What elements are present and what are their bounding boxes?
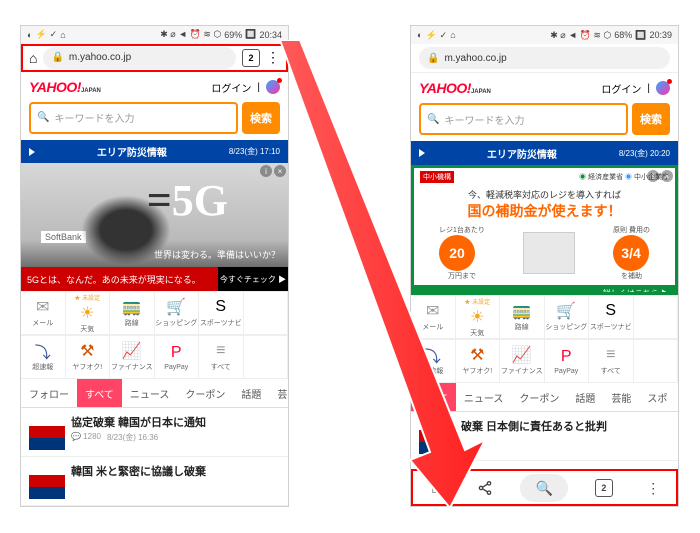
disaster-bar[interactable]: エリア防災情報 8/23(金) 17:10 [21, 140, 288, 164]
address-bar[interactable]: ⌂ 🔒 m.yahoo.co.jp 2 ⋮ [21, 44, 288, 73]
service-PayPay[interactable]: PPayPay [545, 340, 590, 383]
lock-icon: 🔒 [51, 52, 63, 63]
play-icon [29, 148, 35, 156]
menu-icon[interactable]: ⋮ [639, 474, 667, 502]
search-input[interactable]: 🔍 キーワードを入力 [419, 103, 628, 135]
disaster-bar[interactable]: エリア防災情報 8/23(金) 20:20 [411, 141, 678, 165]
url-text: m.yahoo.co.jp [444, 53, 506, 64]
service-ショッピング[interactable]: 🛒ショッピング [545, 296, 590, 339]
login-link[interactable]: ログイン [601, 81, 641, 96]
play-icon [419, 149, 425, 157]
search-icon: 🔍 [37, 112, 49, 123]
service-ショッピング[interactable]: 🛒ショッピング [155, 292, 200, 335]
service-ファイナンス[interactable]: 📈ファイナンス [110, 336, 155, 379]
ad-info-icon[interactable]: i [647, 170, 659, 182]
lock-icon: 🔒 [427, 53, 439, 64]
service-[interactable] [244, 336, 289, 379]
tools-icon[interactable] [266, 80, 280, 94]
search-input[interactable]: 🔍 キーワードを入力 [29, 102, 238, 134]
service-[interactable] [634, 296, 679, 339]
tab-芸能[interactable]: 芸能 [603, 383, 639, 411]
tab-フォロー[interactable]: フォロー [21, 379, 77, 407]
service-ファイナンス[interactable]: 📈ファイナンス [500, 340, 545, 383]
service-スポーツナビ[interactable]: Sスポーツナビ [199, 292, 244, 335]
phone-right: ◐⚡✓⌂ ✱ ⌀ ◄ ⏰ ≋ ⬡68%🔲20:39 🔒 m.yahoo.co.j… [410, 25, 679, 507]
home-icon[interactable]: ⌂ [29, 50, 37, 66]
share-icon[interactable] [471, 474, 499, 502]
search-placeholder: キーワードを入力 [54, 110, 134, 125]
menu-divider: | [257, 82, 260, 93]
tab-ニュース[interactable]: ニュース [122, 379, 178, 407]
yahoo-logo[interactable]: YAHOO!JAPAN [419, 80, 491, 96]
search-button[interactable]: 検索 [242, 102, 280, 134]
menu-icon[interactable]: ⋮ [266, 49, 280, 66]
yahoo-header: YAHOO!JAPAN ログイン | [411, 73, 678, 103]
service-路線[interactable]: 🚃路線 [110, 292, 155, 335]
login-link[interactable]: ログイン [211, 80, 251, 95]
phone-left: ◐⚡✓⌂ ✱ ⌀ ◄ ⏰ ≋ ⬡69%🔲20:34 ⌂ 🔒 m.yahoo.co… [20, 25, 289, 507]
service-天気[interactable]: ★ 未設定☀天気 [456, 296, 501, 339]
search-icon[interactable]: 🔍 [520, 474, 568, 502]
yahoo-header: YAHOO!JAPAN ログイン | [21, 72, 288, 102]
status-bar: ◐⚡✓⌂ ✱ ⌀ ◄ ⏰ ≋ ⬡69%🔲20:34 [21, 26, 288, 44]
tab-ニュース[interactable]: ニュース [456, 383, 512, 411]
ad-banner-5g[interactable]: i× =5G SoftBank 世界は変わる。準備はいいか？ 5Gとは、なんだ。… [21, 163, 288, 291]
status-bar: ◐⚡✓⌂ ✱ ⌀ ◄ ⏰ ≋ ⬡68%🔲20:39 [411, 26, 678, 44]
tab-count[interactable]: 2 [590, 474, 618, 502]
search-placeholder: キーワードを入力 [444, 112, 524, 127]
tab-クーポン[interactable]: クーポン [511, 383, 567, 411]
address-bar[interactable]: 🔒 m.yahoo.co.jp [411, 44, 678, 73]
service-超速報[interactable]: ⤵超速報 [21, 336, 66, 379]
ad-banner-subsidy[interactable]: i× 中小機構 ◉ 経済産業省 ◉ 中小企業庁 今、軽減税率対応のレジを導入すれ… [411, 165, 678, 295]
service-すべて[interactable]: ≡すべて [589, 340, 634, 383]
tab-芸能[interactable]: 芸能 [269, 379, 289, 407]
search-button[interactable]: 検索 [632, 103, 670, 135]
menu-divider: | [647, 83, 650, 94]
service-すべて[interactable]: ≡すべて [199, 336, 244, 379]
service-天気[interactable]: ★ 未設定☀天気 [66, 292, 111, 335]
news-tabs: フォローすべてニュースクーポン話題芸能スポ [21, 379, 288, 408]
ad-close-icon[interactable]: × [274, 165, 286, 177]
url-field[interactable]: 🔒 m.yahoo.co.jp [419, 47, 670, 69]
tab-クーポン[interactable]: クーポン [177, 379, 233, 407]
news-item[interactable]: 協定破棄 韓国が日本に通知💬 12808/23(金) 16:36 [21, 408, 288, 457]
service-メール[interactable]: ✉メール [411, 296, 456, 339]
service-スポーツナビ[interactable]: Sスポーツナビ [589, 296, 634, 339]
tab-すべて[interactable]: すべて [77, 379, 122, 407]
url-field[interactable]: 🔒 m.yahoo.co.jp [43, 47, 236, 69]
service-[interactable] [244, 292, 289, 335]
service-ヤフオク![interactable]: ⚒ヤフオク! [66, 336, 111, 379]
ad-info-icon[interactable]: i [260, 165, 272, 177]
home-icon[interactable]: ⌂ [422, 474, 450, 502]
yahoo-logo[interactable]: YAHOO!JAPAN [29, 79, 101, 95]
tab-すべて[interactable]: すべて [411, 383, 456, 411]
bottom-toolbar: ⌂ 🔍 2 ⋮ [411, 469, 678, 506]
search-icon: 🔍 [427, 114, 439, 125]
ad-close-icon[interactable]: × [661, 170, 673, 182]
tools-icon[interactable] [656, 81, 670, 95]
news-item[interactable]: 破棄 日本側に責任あると批判 [411, 412, 678, 461]
service-grid: ✉メール★ 未設定☀天気🚃路線🛒ショッピングSスポーツナビ [21, 291, 288, 335]
tab-スポ[interactable]: スポ [639, 383, 675, 411]
tab-話題[interactable]: 話題 [567, 383, 603, 411]
url-text: m.yahoo.co.jp [69, 52, 131, 63]
service-ヤフオク![interactable]: ⚒ヤフオク! [456, 340, 501, 383]
tab-count[interactable]: 2 [242, 49, 260, 67]
news-tabs: すべてニュースクーポン話題芸能スポ [411, 383, 678, 412]
service-路線[interactable]: 🚃路線 [500, 296, 545, 339]
service-grid: ✉メール★ 未設定☀天気🚃路線🛒ショッピングSスポーツナビ [411, 295, 678, 339]
service-[interactable] [634, 340, 679, 383]
service-grid: ⤵超速報⚒ヤフオク!📈ファイナンスPPayPay≡すべて [21, 335, 288, 379]
service-grid: ⤵超速報⚒ヤフオク!📈ファイナンスPPayPay≡すべて [411, 339, 678, 383]
service-超速報[interactable]: ⤵超速報 [411, 340, 456, 383]
service-PayPay[interactable]: PPayPay [155, 336, 200, 379]
service-メール[interactable]: ✉メール [21, 292, 66, 335]
tab-話題[interactable]: 話題 [233, 379, 269, 407]
news-item[interactable]: 韓国 米と緊密に協議し破棄 [21, 457, 288, 506]
